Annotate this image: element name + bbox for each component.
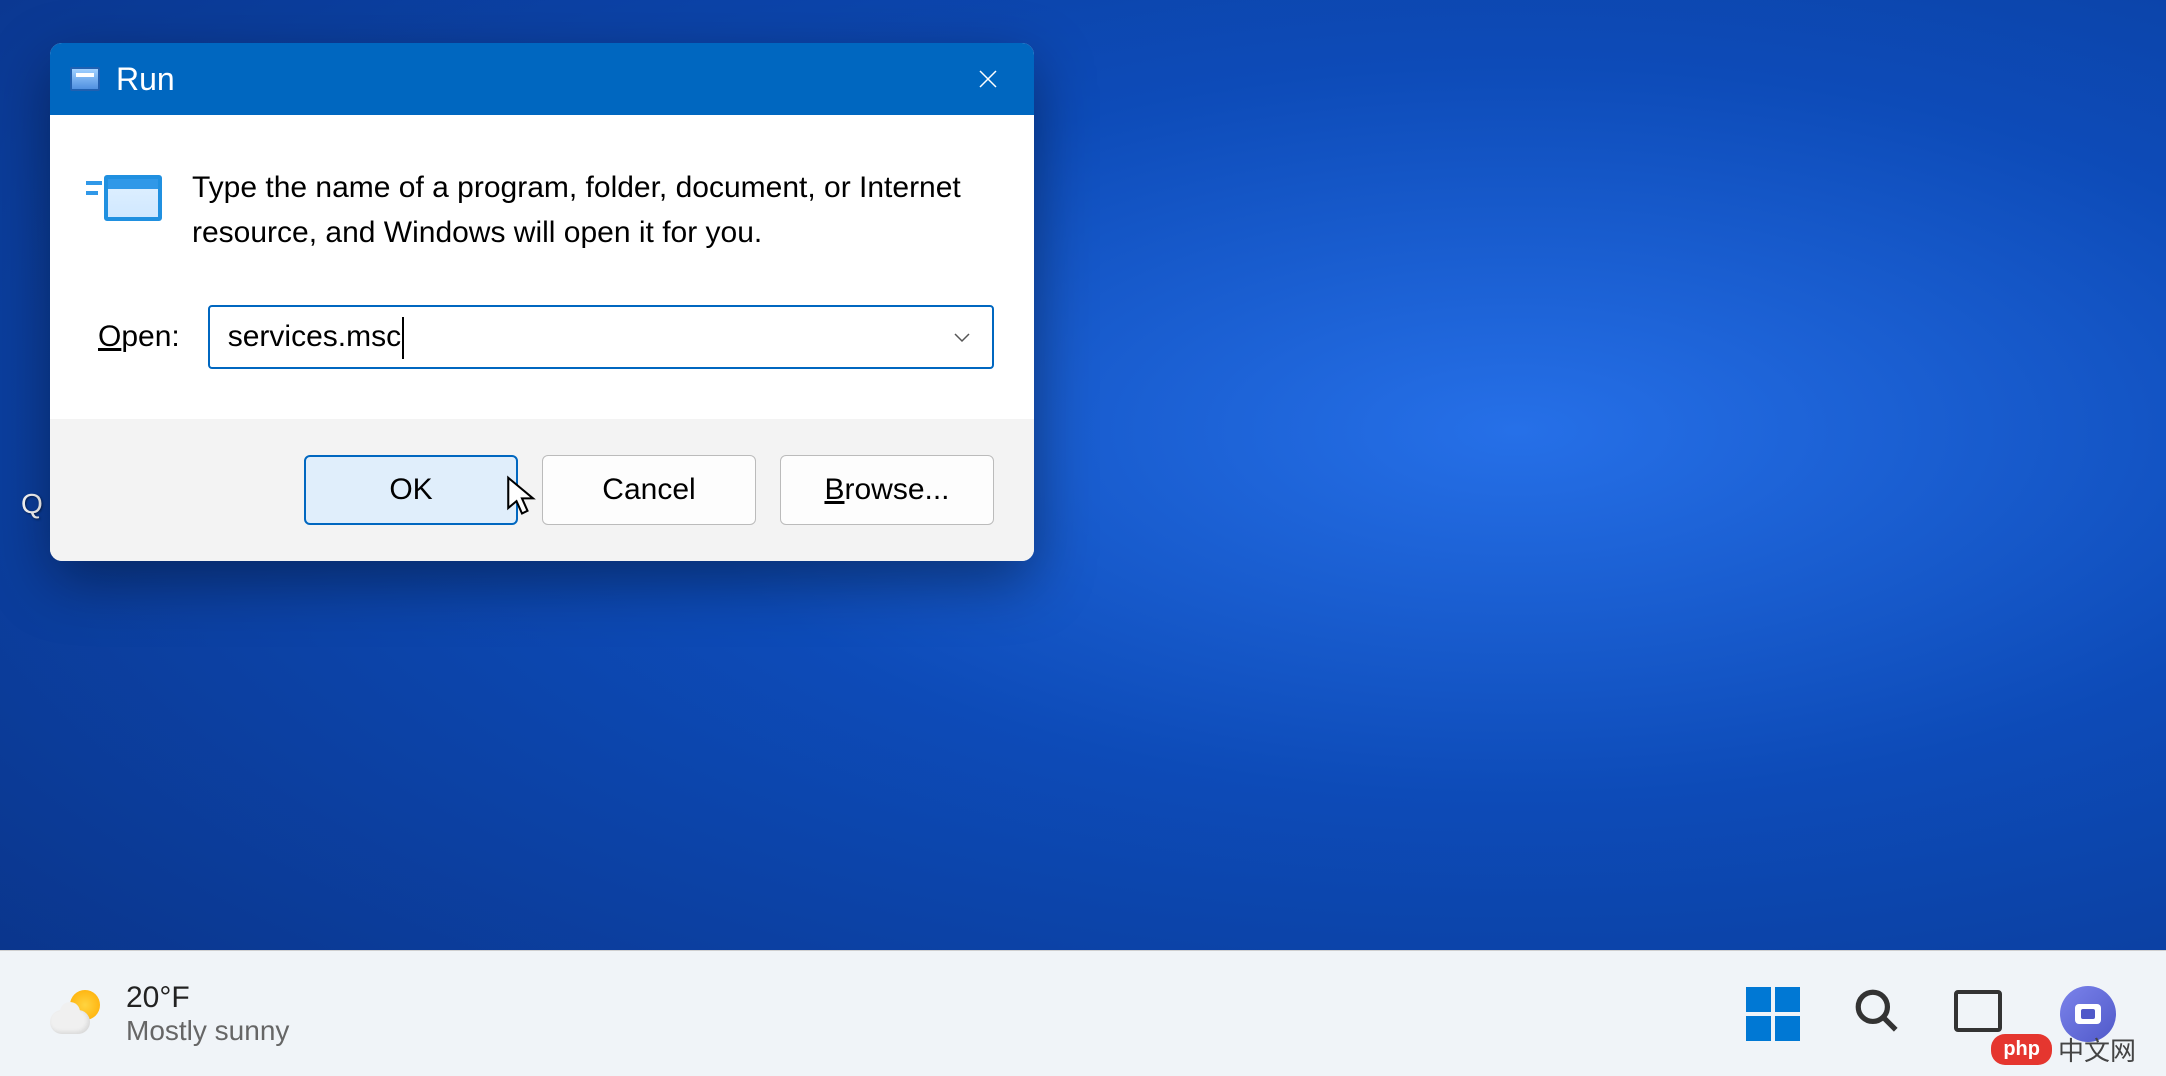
watermark-text: 中文网 bbox=[2058, 1031, 2136, 1068]
run-titlebar-icon bbox=[70, 67, 100, 91]
browse-button[interactable]: Browse... bbox=[780, 455, 994, 525]
text-cursor bbox=[402, 317, 404, 359]
weather-description: Mostly sunny bbox=[126, 1015, 289, 1047]
run-icon bbox=[90, 171, 162, 227]
taskbar: 20°F Mostly sunny bbox=[0, 950, 2166, 1076]
chat-icon bbox=[2075, 1004, 2101, 1024]
open-label: Open: bbox=[98, 320, 180, 354]
instruction-text: Type the name of a program, folder, docu… bbox=[192, 165, 994, 255]
open-row: Open: bbox=[90, 305, 994, 369]
chevron-down-icon bbox=[950, 325, 974, 349]
close-icon bbox=[976, 67, 1000, 91]
open-input[interactable] bbox=[228, 320, 950, 354]
weather-text: 20°F Mostly sunny bbox=[126, 981, 289, 1047]
dialog-titlebar[interactable]: Run bbox=[50, 43, 1034, 115]
windows-logo-icon bbox=[1746, 987, 1771, 1012]
combobox-dropdown-button[interactable] bbox=[950, 325, 974, 349]
watermark-badge: php bbox=[1991, 1034, 2052, 1065]
start-button[interactable] bbox=[1746, 987, 1800, 1041]
weather-icon bbox=[50, 988, 102, 1040]
dialog-footer: OK Cancel Browse... bbox=[50, 419, 1034, 561]
close-button[interactable] bbox=[942, 43, 1034, 115]
cancel-button[interactable]: Cancel bbox=[542, 455, 756, 525]
desktop-icon-label-partial: Q bbox=[21, 488, 43, 520]
ok-button[interactable]: OK bbox=[304, 455, 518, 525]
search-icon bbox=[1852, 986, 1902, 1036]
instruction-row: Type the name of a program, folder, docu… bbox=[90, 165, 994, 255]
dialog-body: Type the name of a program, folder, docu… bbox=[50, 115, 1034, 419]
open-combobox[interactable] bbox=[208, 305, 994, 369]
dialog-title: Run bbox=[116, 61, 175, 98]
run-dialog: Run Type the name of a program, folder, … bbox=[50, 43, 1034, 561]
weather-temperature: 20°F bbox=[126, 981, 289, 1015]
search-button[interactable] bbox=[1852, 986, 1902, 1041]
watermark: php 中文网 bbox=[1991, 1031, 2136, 1068]
weather-widget[interactable]: 20°F Mostly sunny bbox=[50, 981, 289, 1047]
